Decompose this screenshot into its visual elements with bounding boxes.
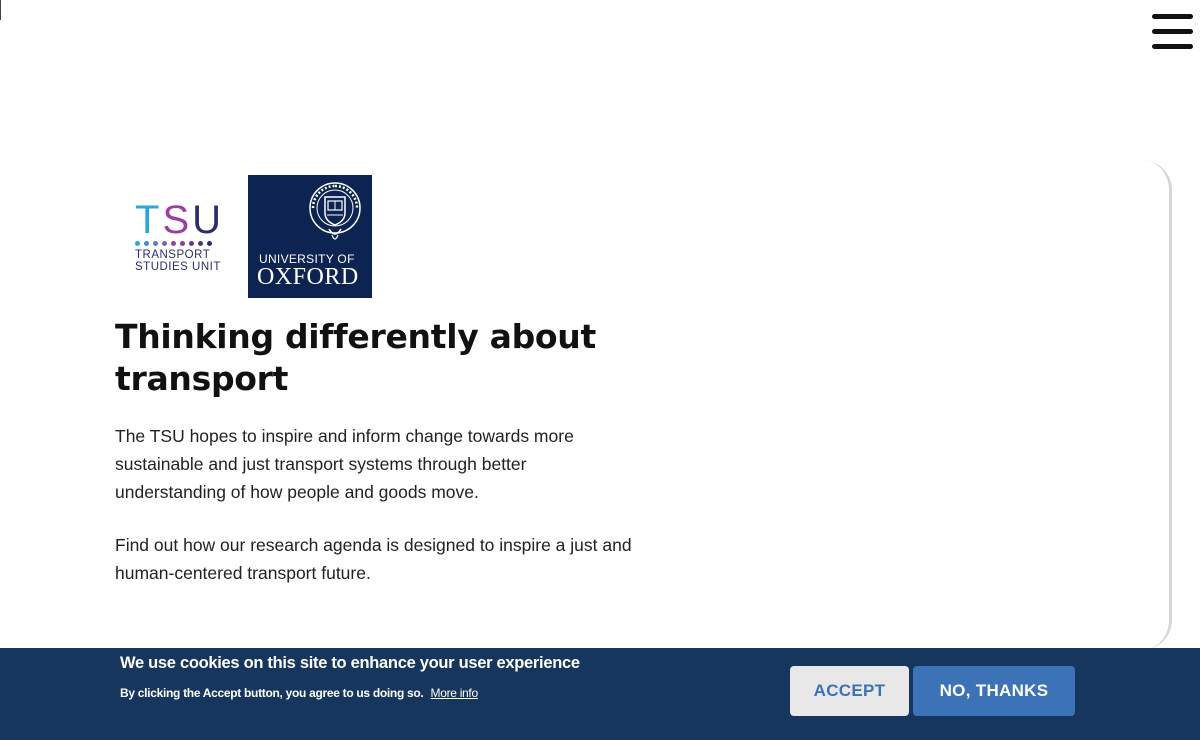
- more-info-link[interactable]: More info: [431, 686, 479, 700]
- page-corner-marker: [0, 0, 1, 20]
- tsu-logo[interactable]: TSU TRANSPORT STUDIES UNIT: [135, 200, 230, 280]
- partner-logos: TSU TRANSPORT STUDIES UNIT UNIVERSITY OF…: [130, 175, 390, 298]
- menu-bar-middle: [1152, 29, 1193, 34]
- research-agenda-paragraph: Find out how our research agenda is desi…: [115, 535, 632, 583]
- hamburger-menu-icon[interactable]: [1152, 14, 1194, 52]
- decline-cookies-button[interactable]: NO, THANKS: [913, 666, 1075, 716]
- university-seal-icon: [309, 182, 361, 240]
- intro-paragraph: The TSU hopes to inspire and inform chan…: [115, 426, 574, 502]
- menu-bar-top: [1152, 14, 1193, 19]
- content-panel-border: [1100, 160, 1172, 650]
- tsu-logo-letters: TSU: [135, 198, 225, 242]
- cookie-banner: We use cookies on this site to enhance y…: [0, 648, 1200, 740]
- menu-bar-bottom: [1152, 44, 1193, 49]
- tsu-logo-subtitle-1: TRANSPORT: [135, 249, 211, 261]
- page-heading: Thinking differently about transport: [115, 317, 596, 398]
- tsu-logo-subtitle-2: STUDIES UNIT: [135, 261, 221, 273]
- cookie-banner-title: We use cookies on this site to enhance y…: [120, 654, 580, 672]
- cookie-consent-text: By clicking the Accept button, you agree…: [120, 686, 424, 700]
- oxford-logo[interactable]: UNIVERSITY OF OXFORD: [248, 175, 372, 298]
- accept-cookies-button[interactable]: ACCEPT: [790, 666, 909, 716]
- cookie-banner-description: By clicking the Accept button, you agree…: [120, 686, 478, 700]
- oxford-logo-line2: OXFORD: [257, 264, 359, 290]
